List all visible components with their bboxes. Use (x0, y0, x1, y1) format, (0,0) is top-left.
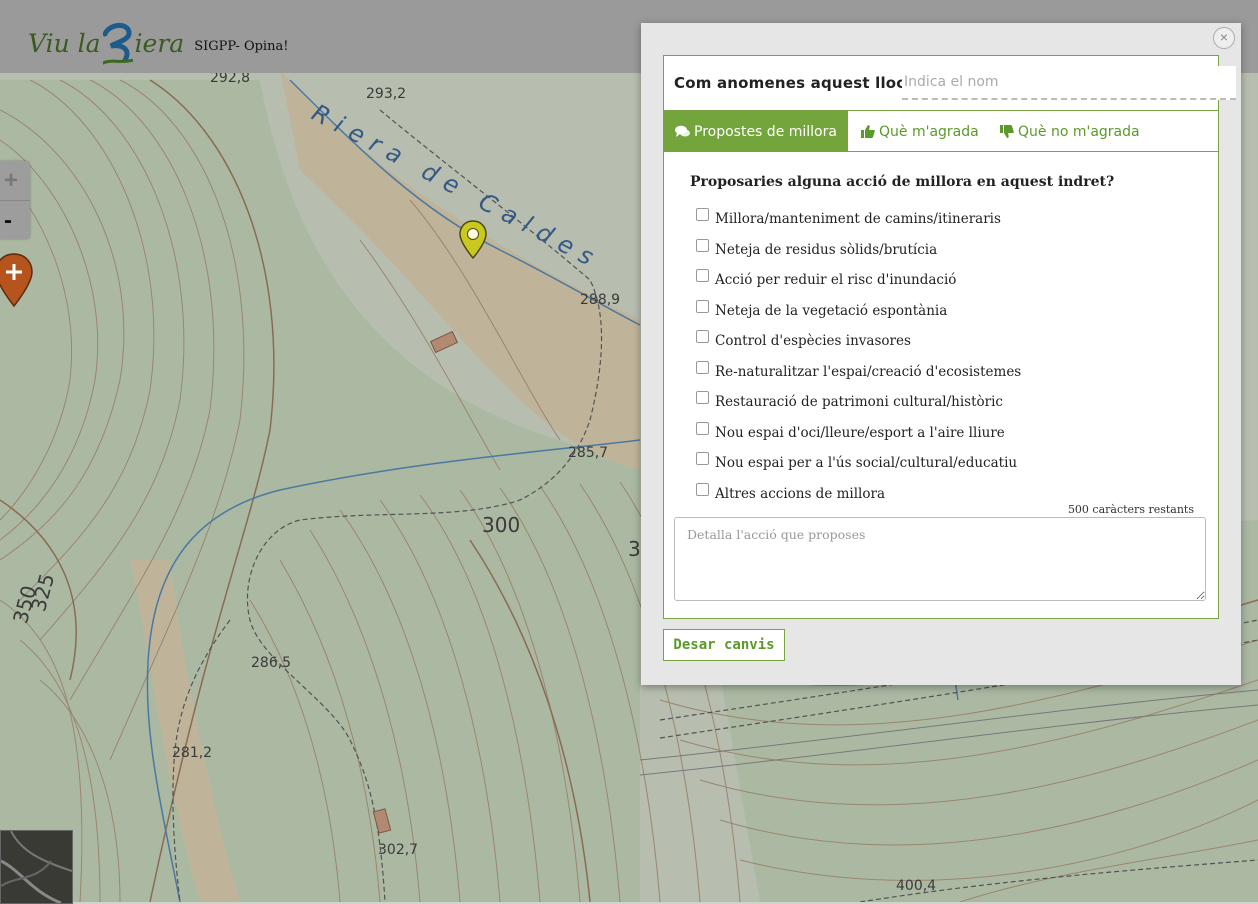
option-item[interactable]: Neteja de la vegetació espontània (696, 299, 1021, 330)
tab-dislikes[interactable]: Què no m'agrada (1000, 111, 1140, 151)
option-label: Altres accions de millora (715, 485, 885, 502)
option-label: Nou espai per a l'ús social/cultural/edu… (715, 455, 1018, 471)
tab-likes-label: Què m'agrada (879, 124, 979, 140)
place-name-input[interactable] (902, 66, 1236, 100)
map-label: 285,7 (568, 445, 608, 461)
place-marker[interactable] (459, 220, 487, 265)
logo[interactable]: Viu la iera SIGPP- Opina! (28, 20, 288, 66)
map-label: 300 (482, 513, 520, 537)
riera-wave-icon (102, 23, 133, 65)
option-item[interactable]: Millora/manteniment de camins/itineraris (696, 207, 1021, 238)
save-button[interactable]: Desar canvis (663, 629, 785, 661)
option-label: Millora/manteniment de camins/itineraris (715, 211, 1001, 227)
logo-text: iera (134, 28, 185, 58)
feedback-panel: Propostes de millora Què m'agrada Què no… (663, 110, 1219, 619)
option-label: Acció per reduir el risc d'inundació (715, 272, 957, 288)
option-item[interactable]: Re-naturalitzar l'espai/creació d'ecosis… (696, 360, 1021, 391)
place-name-label: Com anomenes aquest lloc? (674, 74, 915, 92)
proposal-detail-textarea[interactable] (674, 517, 1206, 601)
close-button[interactable]: × (1213, 27, 1235, 49)
app-subtitle: SIGPP- Opina! (194, 38, 289, 54)
map-label: 281,2 (172, 745, 212, 761)
place-name-row: Com anomenes aquest lloc? (663, 55, 1236, 110)
tab-proposals-label: Propostes de millora (694, 124, 837, 140)
zoom-control: + - (0, 161, 30, 239)
map-label: 286,5 (251, 655, 291, 671)
option-item[interactable]: Restauració de patrimoni cultural/històr… (696, 390, 1021, 421)
minimap-image (1, 831, 72, 903)
option-checkbox[interactable] (696, 391, 709, 404)
map-label: 400,4 (896, 878, 936, 894)
logo-text: Viu la (28, 28, 101, 58)
option-label: Re-naturalitzar l'espai/creació d'ecosis… (715, 363, 1022, 380)
option-item[interactable]: Neteja de residus sòlids/brutícia (696, 238, 1021, 269)
minimap[interactable] (0, 830, 73, 904)
option-checkbox[interactable] (696, 421, 709, 435)
option-label: Control d'espècies invasores (715, 333, 911, 349)
thumbs-up-icon (861, 125, 875, 138)
chars-remaining: 500 caràcters restants (1067, 503, 1194, 516)
option-checkbox[interactable] (696, 482, 709, 496)
zoom-in-button[interactable]: + (0, 161, 30, 200)
thumbs-down-icon (1000, 125, 1014, 138)
option-checkbox[interactable] (696, 269, 709, 282)
tab-proposals[interactable]: Propostes de millora (664, 111, 848, 151)
tab-likes[interactable]: Què m'agrada (861, 111, 979, 151)
option-checkbox[interactable] (696, 208, 709, 221)
option-checkbox[interactable] (696, 238, 709, 252)
option-item[interactable]: Control d'espècies invasores (696, 329, 1021, 360)
option-label: Neteja de la vegetació espontània (715, 302, 948, 319)
option-item[interactable]: Nou espai d'oci/lleure/esport a l'aire l… (696, 421, 1021, 452)
tab-dislikes-label: Què no m'agrada (1018, 124, 1140, 140)
zoom-out-button[interactable]: - (0, 200, 30, 240)
add-marker-icon (0, 253, 33, 308)
map-label: 288,9 (580, 292, 620, 308)
option-item[interactable]: Altres accions de millora (696, 482, 1021, 513)
map-label: 293,2 (366, 86, 406, 102)
option-checkbox[interactable] (696, 299, 709, 313)
option-label: Nou espai d'oci/lleure/esport a l'aire l… (715, 424, 1005, 441)
option-checkbox[interactable] (696, 330, 709, 343)
map-label: 302,7 (378, 842, 418, 858)
option-item[interactable]: Nou espai per a l'ús social/cultural/edu… (696, 451, 1021, 482)
map-marker-icon (459, 220, 487, 260)
add-place-pin[interactable] (0, 252, 34, 313)
place-dialog: × Com anomenes aquest lloc? Propostes de… (641, 23, 1241, 685)
option-label: Restauració de patrimoni cultural/històr… (715, 394, 1003, 410)
improvement-question: Proposaries alguna acció de millora en a… (690, 174, 1115, 190)
option-item[interactable]: Acció per reduir el risc d'inundació (696, 268, 1021, 299)
comments-icon (675, 125, 690, 137)
option-checkbox[interactable] (696, 360, 709, 374)
feedback-tabs: Propostes de millora Què m'agrada Què no… (664, 111, 1218, 152)
option-checkbox[interactable] (696, 452, 709, 465)
option-label: Neteja de residus sòlids/brutícia (715, 241, 938, 258)
improvement-options: Millora/manteniment de camins/itineraris… (696, 207, 1021, 512)
